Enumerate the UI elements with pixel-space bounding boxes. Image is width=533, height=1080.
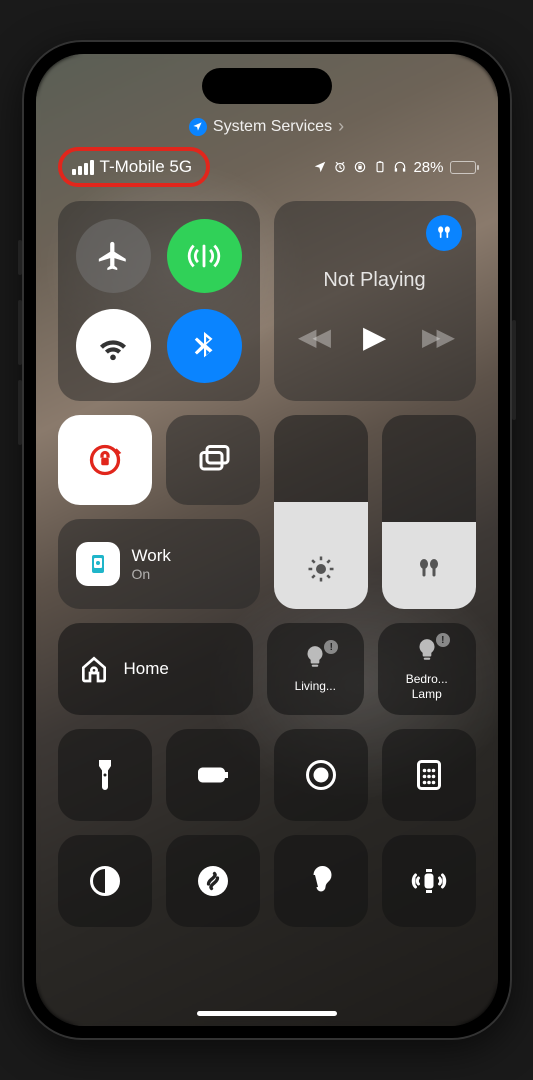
phone-volume-down — [18, 380, 22, 445]
shazam-button[interactable] — [166, 835, 260, 927]
flashlight-button[interactable] — [58, 729, 152, 821]
battery-percent-label: 28% — [413, 159, 443, 176]
home-icon — [78, 653, 110, 685]
cellular-data-button[interactable] — [167, 219, 242, 293]
home-button[interactable]: Home — [58, 623, 253, 715]
focus-button[interactable]: Work On — [58, 519, 260, 609]
rewind-button[interactable]: ◀◀ — [298, 323, 327, 352]
airplane-mode-button[interactable] — [76, 219, 151, 293]
volume-slider[interactable] — [382, 415, 476, 609]
accessory-living-label: Living... — [295, 679, 336, 693]
ping-watch-button[interactable] — [382, 835, 476, 927]
location-icon — [313, 160, 327, 174]
play-button[interactable]: ▶ — [363, 320, 386, 355]
system-services-label: System Services — [213, 118, 332, 136]
focus-work-icon — [76, 542, 120, 586]
phone-side-button — [512, 320, 516, 420]
connectivity-module[interactable] — [58, 201, 260, 401]
screen: System Services › T-Mobile 5G 28% — [36, 54, 498, 1026]
bluetooth-button[interactable] — [167, 309, 242, 383]
top-status-pill[interactable]: System Services › — [58, 116, 476, 137]
screen-record-button[interactable] — [274, 729, 368, 821]
media-module[interactable]: Not Playing ◀◀ ▶ ▶▶ — [274, 201, 476, 401]
signal-bars-icon — [72, 160, 94, 175]
screen-mirroring-button[interactable] — [166, 415, 260, 505]
brightness-icon — [306, 554, 336, 589]
airpods-volume-icon — [414, 554, 444, 589]
calculator-button[interactable] — [382, 729, 476, 821]
phone-frame: System Services › T-Mobile 5G 28% — [22, 40, 512, 1040]
forward-button[interactable]: ▶▶ — [422, 323, 451, 352]
focus-subtitle: On — [132, 566, 171, 582]
info-icon: ! — [436, 633, 450, 647]
chevron-right-icon: › — [338, 116, 344, 137]
brightness-slider[interactable] — [274, 415, 368, 609]
home-accessory-bedroom[interactable]: ! Bedro...Lamp — [378, 623, 476, 715]
accessory-bedroom-label: Bedro...Lamp — [406, 672, 448, 701]
orientation-lock-button[interactable] — [58, 415, 152, 505]
battery-icon — [450, 161, 476, 174]
battery-widget-icon — [373, 160, 387, 174]
phone-volume-up — [18, 300, 22, 365]
wifi-button[interactable] — [76, 309, 151, 383]
home-label: Home — [124, 659, 169, 679]
dynamic-island — [202, 68, 332, 104]
orientation-lock-icon — [353, 160, 367, 174]
phone-mute-switch — [18, 240, 22, 275]
status-icons-right: 28% — [313, 159, 475, 176]
focus-title: Work — [132, 546, 171, 566]
home-accessory-living[interactable]: ! Living... — [267, 623, 365, 715]
info-icon: ! — [324, 640, 338, 654]
airpods-output-button[interactable] — [426, 215, 462, 251]
now-playing-label: Not Playing — [294, 269, 456, 292]
carrier-status-highlight: T-Mobile 5G — [58, 147, 211, 187]
headphones-icon — [393, 160, 407, 174]
dark-mode-button[interactable] — [58, 835, 152, 927]
location-arrow-icon — [189, 118, 207, 136]
low-power-mode-button[interactable] — [166, 729, 260, 821]
carrier-label: T-Mobile 5G — [100, 157, 193, 177]
alarm-icon — [333, 160, 347, 174]
hearing-button[interactable] — [274, 835, 368, 927]
